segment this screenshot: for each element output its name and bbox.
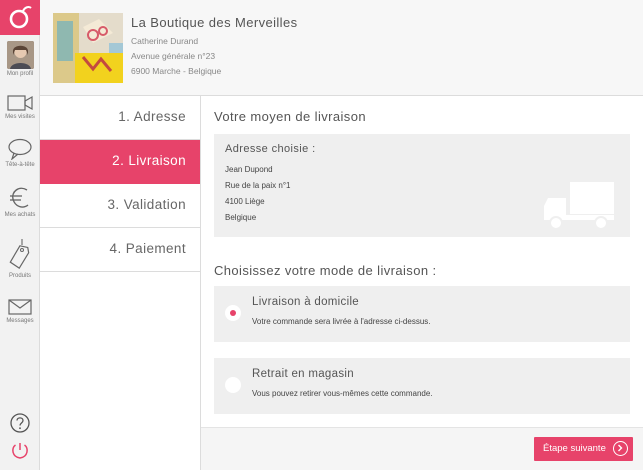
option-title: Retrait en magasin bbox=[252, 368, 354, 380]
option-description: Votre commande sera livrée à l'adresse c… bbox=[252, 317, 431, 326]
avatar bbox=[6, 41, 34, 69]
option-description: Vous pouvez retirer vous-mêmes cette com… bbox=[252, 389, 433, 398]
logout-button[interactable] bbox=[0, 441, 40, 461]
video-icon bbox=[7, 95, 33, 111]
address-street: Rue de la paix n°1 bbox=[225, 181, 291, 190]
next-step-button[interactable]: Étape suivante bbox=[534, 437, 633, 461]
app-logo[interactable] bbox=[0, 0, 40, 35]
option-title: Livraison à domicile bbox=[252, 296, 359, 308]
address-name: Jean Dupond bbox=[225, 165, 273, 174]
next-step-label: Étape suivante bbox=[543, 443, 606, 454]
address-city: 4100 Liège bbox=[225, 197, 265, 206]
step-adresse[interactable]: 1. Adresse bbox=[40, 96, 200, 140]
home-delivery-radio[interactable] bbox=[225, 305, 241, 321]
page-title: Votre moyen de livraison bbox=[214, 109, 366, 124]
sidebar-item-visits[interactable]: Mes visites bbox=[0, 94, 40, 121]
shop-owner: Catherine Durand bbox=[131, 36, 199, 46]
delivery-panel: Votre moyen de livraison Adresse choisie… bbox=[201, 96, 643, 470]
sidebar-item-products[interactable]: Produits bbox=[0, 237, 40, 280]
step-livraison[interactable]: 2. Livraison bbox=[40, 140, 200, 184]
shop-city: 6900 Marche - Belgique bbox=[131, 66, 222, 76]
help-button[interactable] bbox=[0, 412, 40, 434]
sidebar-item-label: Produits bbox=[8, 273, 31, 279]
shop-photo bbox=[53, 13, 123, 83]
sidebar-item-label: Tête-à-tête bbox=[5, 162, 35, 168]
store-pickup-radio[interactable] bbox=[225, 377, 241, 393]
truck-icon bbox=[544, 182, 614, 230]
power-icon bbox=[12, 443, 28, 459]
address-country: Belgique bbox=[225, 213, 257, 222]
sidebar-item-label: Mes achats bbox=[4, 212, 36, 218]
sidebar-item-messages[interactable]: Messages bbox=[0, 298, 40, 325]
shop-street: Avenue générale n°23 bbox=[131, 51, 216, 61]
footer-bar: Étape suivante bbox=[201, 427, 643, 470]
sidebar-item-label: Mon profil bbox=[6, 71, 34, 77]
arrow-right-icon bbox=[613, 441, 628, 456]
sidebar-item-purchases[interactable]: Mes achats bbox=[0, 186, 40, 219]
sidebar-item-profile[interactable]: Mon profil bbox=[0, 41, 40, 78]
euro-icon bbox=[10, 187, 29, 208]
chat-bubble-icon bbox=[8, 138, 32, 160]
step-paiement[interactable]: 4. Paiement bbox=[40, 228, 200, 272]
mail-icon bbox=[8, 299, 32, 315]
sidebar-item-tete-a-tete[interactable]: Tête-à-tête bbox=[0, 138, 40, 169]
chosen-address-box: Adresse choisie : Jean Dupond Rue de la … bbox=[214, 134, 630, 237]
option-store-pickup[interactable]: Retrait en magasin Vous pouvez retirer v… bbox=[214, 358, 630, 414]
option-home-delivery[interactable]: Livraison à domicile Votre commande sera… bbox=[214, 286, 630, 342]
shop-header: La Boutique des Merveilles Catherine Dur… bbox=[40, 0, 643, 96]
help-icon bbox=[10, 413, 30, 433]
checkout-steps: 1. Adresse 2. Livraison 3. Validation 4.… bbox=[40, 96, 201, 470]
delivery-mode-title: Choisissez votre mode de livraison : bbox=[214, 263, 437, 278]
shop-name: La Boutique des Merveilles bbox=[131, 15, 298, 30]
radio-selected-dot bbox=[230, 310, 236, 316]
address-heading: Adresse choisie : bbox=[225, 143, 316, 155]
app-logo-icon bbox=[9, 6, 32, 29]
nav-rail: Mon profil Mes visites Tête-à-tête Mes a… bbox=[0, 0, 40, 470]
sidebar-item-label: Messages bbox=[6, 318, 34, 324]
step-validation[interactable]: 3. Validation bbox=[40, 184, 200, 228]
sidebar-item-label: Mes visites bbox=[5, 114, 35, 120]
tag-icon bbox=[9, 239, 30, 269]
